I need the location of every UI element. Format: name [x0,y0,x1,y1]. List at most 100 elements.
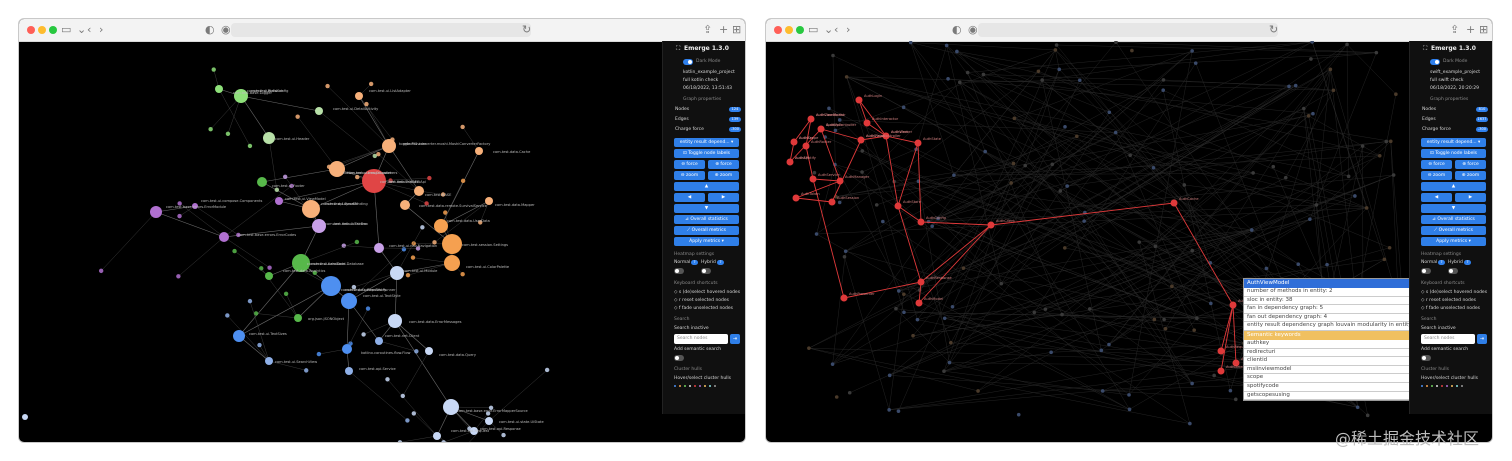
graph-node[interactable] [304,368,309,373]
node-label[interactable]: retrofit2.converter.moshi.MoshiConverter… [403,142,491,146]
node-label[interactable]: com.test.ui.TextStyle [363,294,401,298]
zoom-in-button[interactable]: ⊕ zoom [708,171,739,180]
graph-node[interactable] [1306,114,1311,118]
cluster-color-dots[interactable] [674,384,719,389]
graph-node[interactable] [414,349,419,354]
graph-node[interactable] [827,106,831,111]
graph-node[interactable] [1082,219,1086,223]
node-label[interactable]: com.test.ui.Header [275,137,310,141]
hybrid-heatmap-toggle[interactable] [701,268,711,274]
close-window-button[interactable] [27,26,35,34]
graph-node[interactable] [1043,307,1048,311]
graph-node[interactable] [1296,262,1301,267]
graph-node[interactable] [946,76,950,81]
graph-node[interactable] [1388,139,1393,144]
toggle-labels-button[interactable]: ⊡ Toggle node labels [1421,149,1486,158]
graph-node[interactable] [1287,84,1291,89]
node-label[interactable]: com.test.ui.ViewModel [285,197,326,201]
graph-node[interactable] [1328,67,1333,72]
node-label[interactable]: com.test.ui.state.UiState [499,420,544,424]
node-label[interactable]: com.test.CustomTestRunner [345,288,396,292]
graph-node[interactable] [1293,83,1298,88]
graph-node[interactable] [894,202,902,210]
graph-node[interactable] [950,304,955,309]
graph-node[interactable] [315,107,323,115]
graph-node[interactable] [1384,139,1389,144]
apply-metrics-button[interactable]: Apply metrics ▾ [674,237,739,246]
graph-node[interactable] [342,344,352,354]
node-label[interactable]: com.test.ui.DetailActivity [333,107,379,111]
graph-node[interactable] [812,170,817,175]
graph-node[interactable] [1163,326,1168,331]
graph-node[interactable] [915,317,920,322]
graph-node[interactable] [1193,61,1198,65]
graph-node[interactable] [247,298,253,304]
graph-node[interactable] [215,85,223,93]
graph-node[interactable] [843,249,848,254]
node-label[interactable]: AuthToken [801,192,820,196]
graph-node[interactable] [926,219,931,224]
node-label[interactable]: AuthViewController [866,134,901,138]
node-label[interactable]: com.test.base.error.ErrorMapperSource [457,409,529,413]
graph-node[interactable] [1058,189,1063,193]
graph-node[interactable] [1049,350,1053,355]
graph-node[interactable] [400,200,410,210]
graph-node[interactable] [1190,49,1194,53]
node-label[interactable]: AuthRouter [811,140,832,144]
pan-right-button[interactable]: ▶ [708,193,739,202]
graph-node[interactable] [814,232,819,236]
graph-node[interactable] [501,432,506,438]
graph-node[interactable] [1127,393,1131,397]
pan-down-button[interactable]: ▼ [1421,204,1486,213]
graph-node[interactable] [150,206,162,218]
new-tab-icon[interactable]: + [1466,22,1475,38]
graph-node[interactable] [208,127,213,132]
graph-node[interactable] [434,219,448,233]
graph-node[interactable] [410,255,416,260]
node-label[interactable]: com.test.data.UserData [447,219,490,223]
force-increase-button[interactable]: ⊕ force [708,160,739,169]
graph-node[interactable] [1053,48,1058,52]
graph-node[interactable] [983,149,987,154]
zoom-window-button[interactable] [49,26,57,34]
graph-node[interactable] [1309,57,1313,61]
graph-node[interactable] [1365,413,1370,418]
tab-overview-icon[interactable]: ⊞ [1479,22,1488,38]
zoom-window-button[interactable] [796,26,804,34]
node-label[interactable]: AuthCoordinator [816,113,846,117]
minimize-window-button[interactable] [785,26,793,34]
graph-node[interactable] [1152,317,1157,322]
chevron-down-icon[interactable]: ⌄ [824,22,833,38]
graph-svg[interactable]: com.test.ui.Networktoggle.Providercom.te… [19,41,661,443]
forward-icon[interactable]: › [846,22,850,38]
graph-node[interactable] [232,248,237,254]
graph-node[interactable] [294,314,302,322]
search-submit-button[interactable]: ⇥ [730,334,740,344]
graph-node[interactable] [425,347,433,355]
node-label[interactable]: AuthConfig [926,216,946,220]
graph-node[interactable] [802,142,810,150]
normal-heatmap-toggle[interactable] [1421,268,1431,274]
graph-node[interactable] [177,213,182,219]
node-label[interactable]: com.test.ui.ColorPalette [466,265,510,269]
graph-node[interactable] [1374,50,1379,55]
graph-node[interactable] [475,147,483,155]
node-label[interactable]: AuthLogin [864,94,882,98]
graph-node[interactable] [1212,373,1216,378]
address-bar[interactable] [978,23,1278,37]
graph-node[interactable] [1217,347,1225,355]
node-label[interactable]: com.test.LayoutBinding [325,202,368,206]
graph-node[interactable] [955,49,959,54]
node-label[interactable]: com.test.data.Query [439,353,477,357]
graph-node[interactable] [361,332,366,337]
graph-node[interactable] [1170,199,1178,207]
graph-node[interactable] [390,266,404,280]
graph-node[interactable] [1311,111,1315,116]
graph-node[interactable] [837,200,842,205]
node-label[interactable]: AuthState [923,137,942,141]
graph-node[interactable] [1229,301,1237,309]
graph-node[interactable] [176,274,181,279]
graph-node[interactable] [225,313,230,318]
close-window-button[interactable] [774,26,782,34]
graph-node[interactable] [790,138,798,146]
